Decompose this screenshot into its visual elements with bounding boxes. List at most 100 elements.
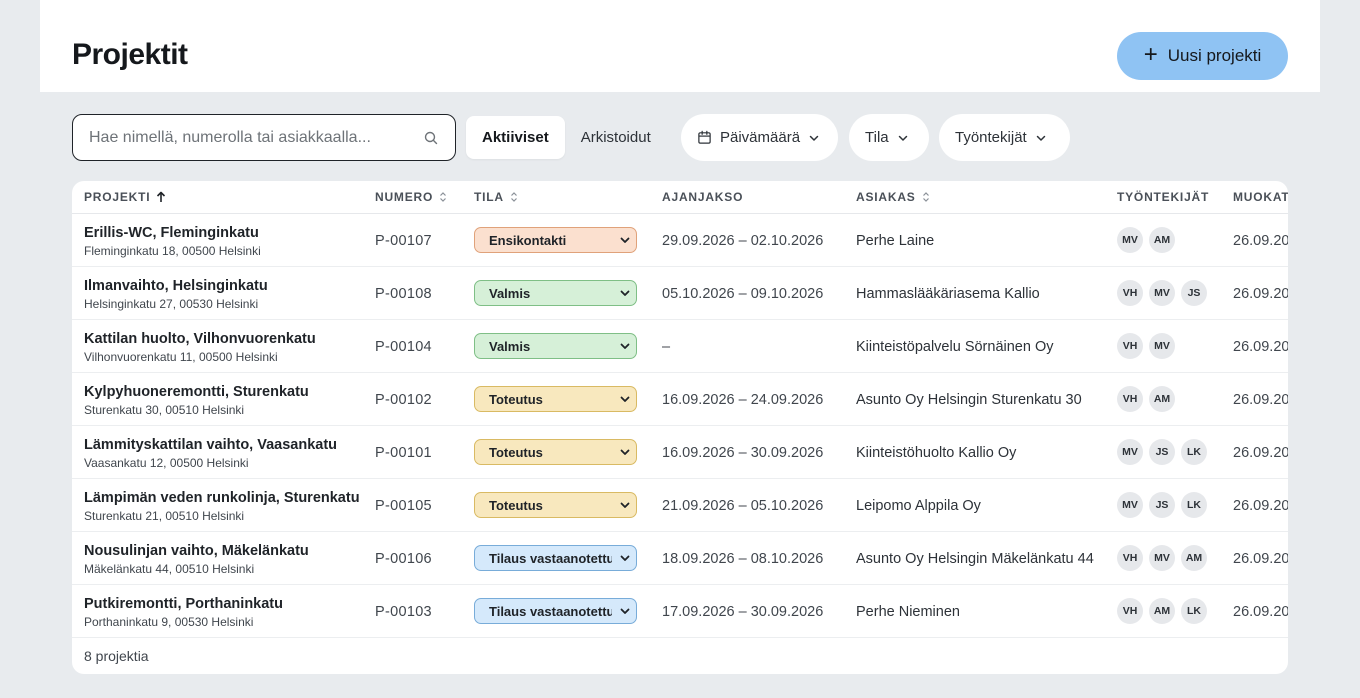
- avatar: VH: [1117, 598, 1143, 624]
- date-filter-label: Päivämäärä: [720, 129, 801, 146]
- table-row[interactable]: Erillis-WC, Fleminginkatu Fleminginkatu 1…: [72, 214, 1288, 267]
- employee-avatars: MV JS LK: [1117, 492, 1207, 518]
- status-select-wrapper: Tilaus vastaanotettu: [474, 545, 637, 571]
- project-name[interactable]: Putkiremontti, Porthaninkatu: [84, 596, 283, 612]
- project-address: Helsinginkatu 27, 00530 Helsinki: [84, 297, 259, 311]
- project-count: 8 projektia: [84, 648, 149, 664]
- employee-avatars: VH AM LK: [1117, 598, 1207, 624]
- avatar: LK: [1181, 598, 1207, 624]
- project-address: Fleminginkatu 18, 00500 Helsinki: [84, 244, 261, 258]
- avatar: MV: [1149, 280, 1175, 306]
- column-header-customer[interactable]: ASIAKAS: [856, 190, 930, 204]
- sort-icon: [922, 192, 929, 202]
- table-row[interactable]: Kylpyhuoneremontti, Sturenkatu Sturenkatu…: [72, 373, 1288, 426]
- avatar: JS: [1149, 492, 1175, 518]
- avatar: AM: [1149, 598, 1175, 624]
- status-select[interactable]: Valmis: [474, 280, 637, 306]
- project-address: Mäkelänkatu 44, 00510 Helsinki: [84, 562, 255, 576]
- sort-ascending-icon: [157, 191, 166, 202]
- project-period: –: [662, 339, 671, 355]
- project-name[interactable]: Kattilan huolto, Vilhonvuorenkatu: [84, 331, 316, 347]
- table-row[interactable]: Ilmanvaihto, Helsinginkatu Helsinginkatu …: [72, 267, 1288, 320]
- modified-date: 26.09.2026: [1233, 286, 1288, 302]
- customer-name: Hammaslääkäriasema Kallio: [856, 286, 1040, 302]
- chevron-down-icon: [809, 135, 819, 141]
- search-icon[interactable]: [423, 130, 439, 146]
- customer-name: Asunto Oy Helsingin Mäkelänkatu 44: [856, 551, 1094, 567]
- employees-filter-label: Työntekijät: [955, 129, 1027, 146]
- employee-avatars: VH MV JS: [1117, 280, 1207, 306]
- project-period: 18.09.2026 – 08.10.2026: [662, 551, 824, 567]
- table-row[interactable]: Kattilan huolto, Vilhonvuorenkatu Vilhonv…: [72, 320, 1288, 373]
- status-select[interactable]: Toteutus: [474, 439, 637, 465]
- table-row[interactable]: Putkiremontti, Porthaninkatu Porthaninkat…: [72, 585, 1288, 638]
- status-select-wrapper: Toteutus: [474, 439, 637, 465]
- modified-date: 26.09.2026: [1233, 233, 1288, 249]
- customer-name: Leipomo Alppila Oy: [856, 498, 981, 514]
- chevron-down-icon: [1036, 135, 1045, 141]
- table-row[interactable]: Lämpimän veden runkolinja, Sturenkatu Stu…: [72, 479, 1288, 532]
- project-name[interactable]: Nousulinjan vaihto, Mäkelänkatu: [84, 543, 309, 559]
- table-row[interactable]: Nousulinjan vaihto, Mäkelänkatu Mäkelänka…: [72, 532, 1288, 585]
- project-period: 17.09.2026 – 30.09.2026: [662, 604, 824, 620]
- project-number: P-00107: [375, 233, 432, 249]
- status-filter-button[interactable]: Tila: [849, 114, 929, 161]
- avatar: VH: [1117, 545, 1143, 571]
- tab-archived[interactable]: Arkistoidut: [565, 116, 667, 159]
- project-address: Porthaninkatu 9, 00530 Helsinki: [84, 615, 254, 629]
- status-select-wrapper: Tilaus vastaanotettu: [474, 598, 637, 624]
- chevron-down-icon: [898, 135, 907, 141]
- status-select[interactable]: Valmis: [474, 333, 637, 359]
- project-number: P-00108: [375, 286, 432, 302]
- column-header-modified[interactable]: MUOKAT: [1233, 190, 1288, 204]
- status-select-wrapper: Ensikontakti: [474, 227, 637, 253]
- column-header-status[interactable]: TILA: [474, 190, 518, 204]
- project-period: 21.09.2026 – 05.10.2026: [662, 498, 824, 514]
- date-filter-button[interactable]: Päivämäärä: [681, 114, 838, 161]
- avatar: VH: [1117, 386, 1143, 412]
- avatar: LK: [1181, 439, 1207, 465]
- avatar: JS: [1181, 280, 1207, 306]
- avatar: MV: [1149, 333, 1175, 359]
- plus-icon: +: [1143, 41, 1158, 68]
- modified-date: 26.09.2026: [1233, 339, 1288, 355]
- avatar: LK: [1181, 492, 1207, 518]
- sort-icon: [440, 192, 447, 202]
- project-number: P-00105: [375, 498, 432, 514]
- project-number: P-00104: [375, 339, 432, 355]
- status-select[interactable]: Tilaus vastaanotettu: [474, 598, 637, 624]
- avatar: MV: [1117, 439, 1143, 465]
- employees-filter-button[interactable]: Työntekijät: [939, 114, 1070, 161]
- project-name[interactable]: Lämpimän veden runkolinja, Sturenkatu: [84, 490, 360, 506]
- status-select[interactable]: Toteutus: [474, 386, 637, 412]
- customer-name: Asunto Oy Helsingin Sturenkatu 30: [856, 392, 1082, 408]
- table-row[interactable]: Lämmityskattilan vaihto, Vaasankatu Vaasa…: [72, 426, 1288, 479]
- sort-icon: [510, 192, 517, 202]
- modified-date: 26.09.2026: [1233, 498, 1288, 514]
- column-header-project[interactable]: PROJEKTI: [84, 190, 166, 204]
- modified-date: 26.09.2026: [1233, 551, 1288, 567]
- project-name[interactable]: Lämmityskattilan vaihto, Vaasankatu: [84, 437, 337, 453]
- status-select[interactable]: Toteutus: [474, 492, 637, 518]
- employee-avatars: VH AM: [1117, 386, 1175, 412]
- status-select[interactable]: Tilaus vastaanotettu: [474, 545, 637, 571]
- archive-tabs: Aktiiviset Arkistoidut: [466, 116, 667, 159]
- column-header-period: AJANJAKSO: [662, 190, 744, 204]
- avatar: MV: [1117, 492, 1143, 518]
- project-address: Sturenkatu 21, 00510 Helsinki: [84, 509, 245, 523]
- project-name[interactable]: Ilmanvaihto, Helsinginkatu: [84, 278, 268, 294]
- status-select[interactable]: Ensikontakti: [474, 227, 637, 253]
- project-name[interactable]: Kylpyhuoneremontti, Sturenkatu: [84, 384, 309, 400]
- search-input[interactable]: [89, 115, 409, 160]
- projects-table: PROJEKTI NUMERO TILA AJANJAKSO ASIAKAS T…: [72, 181, 1288, 674]
- project-number: P-00106: [375, 551, 432, 567]
- new-project-button[interactable]: + Uusi projekti: [1117, 32, 1288, 80]
- project-address: Sturenkatu 30, 00510 Helsinki: [84, 403, 245, 417]
- tab-active[interactable]: Aktiiviset: [466, 116, 565, 159]
- avatar: MV: [1149, 545, 1175, 571]
- column-header-number[interactable]: NUMERO: [375, 190, 447, 204]
- page-title: Projektit: [72, 38, 188, 71]
- project-name[interactable]: Erillis-WC, Fleminginkatu: [84, 225, 259, 241]
- new-project-button-label: Uusi projekti: [1167, 46, 1262, 65]
- avatar: JS: [1149, 439, 1175, 465]
